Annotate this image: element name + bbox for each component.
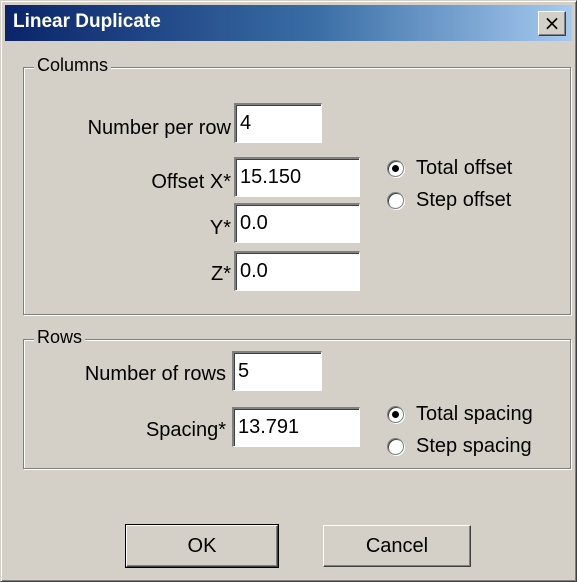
columns-legend: Columns — [34, 55, 112, 76]
dialog-title: Linear Duplicate — [13, 11, 161, 32]
rows-legend: Rows — [34, 327, 86, 348]
total-offset-radio-dot[interactable] — [387, 160, 404, 177]
number-per-row-input[interactable] — [236, 105, 321, 142]
offset-z-field[interactable] — [234, 251, 360, 291]
total-spacing-radio-dot[interactable] — [387, 406, 404, 423]
number-of-rows-label: Number of rows — [84, 363, 226, 385]
offset-y-label: Y* — [209, 217, 231, 239]
spacing-label: Spacing* — [145, 419, 226, 441]
total-offset-radio[interactable]: Total offset — [387, 157, 512, 180]
offset-x-input[interactable] — [236, 159, 359, 196]
total-spacing-label: Total spacing — [416, 403, 533, 425]
title-bar[interactable]: Linear Duplicate × — [5, 5, 572, 41]
linear-duplicate-dialog: Linear Duplicate × Columns Number per ro… — [0, 0, 577, 582]
step-spacing-radio[interactable]: Step spacing — [387, 435, 532, 458]
close-button[interactable]: × — [538, 11, 566, 36]
offset-x-label: Offset X* — [151, 171, 231, 193]
step-spacing-label: Step spacing — [416, 435, 532, 457]
close-icon: × — [543, 11, 561, 35]
step-spacing-radio-dot[interactable] — [387, 438, 404, 455]
cancel-button[interactable]: Cancel — [323, 525, 471, 567]
total-offset-label: Total offset — [416, 157, 513, 179]
spacing-input[interactable] — [234, 409, 359, 446]
ok-button[interactable]: OK — [125, 524, 279, 568]
number-of-rows-field[interactable] — [232, 351, 322, 391]
total-spacing-radio[interactable]: Total spacing — [387, 403, 533, 426]
offset-z-label: Z* — [211, 263, 231, 285]
spacing-field[interactable] — [232, 407, 360, 447]
offset-y-field[interactable] — [234, 203, 360, 243]
number-of-rows-input[interactable] — [234, 353, 321, 390]
step-offset-label: Step offset — [416, 189, 512, 211]
number-per-row-field[interactable] — [234, 103, 322, 143]
step-offset-radio[interactable]: Step offset — [387, 189, 511, 212]
offset-y-input[interactable] — [236, 205, 359, 242]
number-per-row-label: Number per row — [87, 117, 231, 139]
offset-x-field[interactable] — [234, 157, 360, 197]
offset-z-input[interactable] — [236, 253, 359, 290]
step-offset-radio-dot[interactable] — [387, 192, 404, 209]
